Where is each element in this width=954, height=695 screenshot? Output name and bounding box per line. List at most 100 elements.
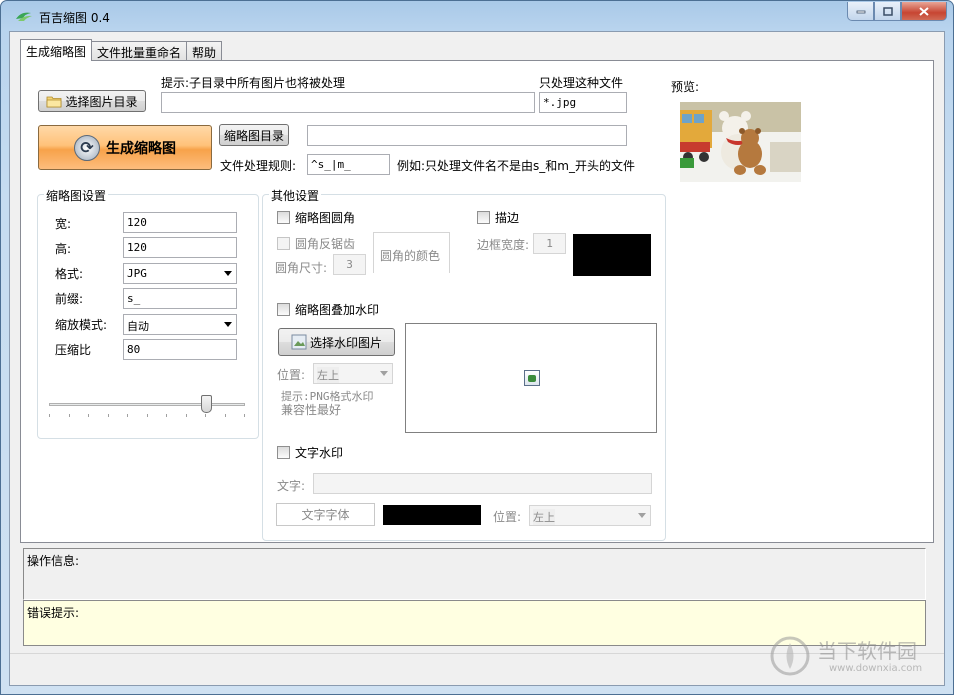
watermark-preview-frame	[405, 323, 657, 433]
tab-strip: 生成缩略图 文件批量重命名 帮助	[20, 39, 223, 61]
site-logo-icon	[770, 636, 810, 676]
thumbnail-settings-title: 缩略图设置	[44, 187, 109, 204]
scale-mode-select[interactable]: 自动	[123, 314, 237, 335]
rule-example: 例如:只处理文件名不是由s_和m_开头的文件	[397, 159, 635, 173]
quality-slider-ticks	[49, 414, 245, 417]
border-label: 描边	[495, 211, 520, 225]
select-image-dir-label: 选择图片目录	[65, 94, 138, 109]
select-watermark-label: 选择水印图片	[309, 335, 382, 350]
site-name: 当下软件园	[817, 639, 917, 663]
watermark-checkbox[interactable]: 缩略图叠加水印	[277, 301, 379, 318]
folder-icon	[47, 96, 62, 107]
round-corner-checkbox[interactable]: 缩略图圆角	[277, 209, 355, 226]
image-icon	[291, 334, 307, 350]
image-placeholder-icon	[524, 370, 540, 386]
maximize-button[interactable]	[874, 2, 901, 21]
border-width-label: 边框宽度:	[477, 238, 530, 252]
quality-slider-thumb[interactable]	[200, 395, 212, 413]
watermark-position-label: 位置:	[277, 368, 306, 382]
select-image-dir-button[interactable]: 选择图片目录	[38, 90, 146, 112]
thumbnail-dir-input[interactable]	[307, 125, 627, 146]
watermark-label: 缩略图叠加水印	[295, 303, 380, 317]
height-input[interactable]: 120	[123, 237, 237, 258]
title-bar: 百吉缩图 0.4	[1, 1, 953, 31]
thumbnail-settings-group: 缩略图设置 宽: 120 高: 120 格式: JPG 前缀: s_ 缩放模式:…	[37, 187, 259, 439]
corner-color-label: 圆角的颜色	[380, 249, 441, 263]
preview-label: 预览:	[671, 80, 700, 94]
filter-input[interactable]: *.jpg	[539, 92, 627, 113]
window-title: 百吉缩图 0.4	[39, 11, 110, 25]
text-position-value: 左上	[533, 509, 555, 525]
font-button[interactable]: 文字字体	[276, 503, 375, 526]
operation-info-label: 操作信息:	[27, 554, 80, 568]
app-window: 百吉缩图 0.4 生成缩略图 文件批量重命名 帮助 提示:子目录中所有图片也将被…	[0, 0, 954, 695]
text-watermark-checkbox[interactable]: 文字水印	[277, 444, 343, 461]
round-corner-label: 缩略图圆角	[295, 211, 356, 225]
maximize-icon	[882, 6, 893, 16]
scale-mode-label: 缩放模式:	[55, 318, 108, 332]
watermark-hint-line2: 兼容性最好	[281, 403, 342, 417]
generate-thumbnails-label: 生成缩略图	[106, 140, 176, 157]
chevron-down-icon	[380, 371, 388, 376]
format-value: JPG	[127, 267, 147, 280]
width-input[interactable]: 120	[123, 212, 237, 233]
tab-page-generate: 提示:子目录中所有图片也将被处理 选择图片目录 只处理这种文件 *.jpg 预览…	[20, 60, 934, 543]
filter-label: 只处理这种文件	[539, 76, 624, 90]
antialias-label: 圆角反锯齿	[295, 237, 356, 251]
text-label: 文字:	[277, 479, 306, 493]
minimize-button[interactable]	[847, 2, 874, 21]
operation-info-panel: 操作信息:	[23, 548, 926, 600]
chevron-down-icon	[638, 513, 646, 518]
checkbox-box	[477, 211, 490, 224]
generate-thumbnails-button[interactable]: ⟳ 生成缩略图	[38, 125, 212, 170]
other-settings-title: 其他设置	[269, 187, 322, 204]
antialias-checkbox[interactable]: 圆角反锯齿	[277, 235, 355, 252]
rule-input[interactable]: ^s_|m_	[307, 154, 390, 175]
tab-batch-rename[interactable]: 文件批量重命名	[91, 41, 188, 61]
text-position-select[interactable]: 左上	[529, 505, 651, 526]
watermark-position-value: 左上	[317, 367, 339, 383]
source-dir-input[interactable]	[161, 92, 535, 113]
format-label: 格式:	[55, 267, 84, 281]
border-color-swatch[interactable]	[573, 234, 651, 276]
preview-image	[680, 102, 801, 182]
close-icon	[919, 6, 929, 16]
chevron-down-icon	[224, 271, 232, 276]
prefix-input[interactable]: s_	[123, 288, 237, 309]
width-label: 宽:	[55, 217, 72, 231]
text-input[interactable]	[313, 473, 652, 494]
other-settings-group: 其他设置 缩略图圆角 圆角反锯齿 圆角尺寸: 3 圆角的颜色 描边 边框宽度: …	[262, 187, 666, 541]
checkbox-box	[277, 237, 290, 250]
text-watermark-label: 文字水印	[295, 446, 344, 460]
hint-label: 提示:子目录中所有图片也将被处理	[161, 76, 346, 90]
refresh-icon: ⟳	[74, 134, 100, 161]
tab-help[interactable]: 帮助	[186, 41, 223, 61]
corner-color-box[interactable]: 圆角的颜色	[373, 232, 450, 273]
quality-label: 压缩比	[55, 343, 92, 357]
text-position-label: 位置:	[493, 510, 522, 524]
site-watermark: 当下软件园 www.downxia.com	[769, 633, 937, 679]
prefix-label: 前缀:	[55, 292, 84, 306]
error-label: 错误提示:	[27, 606, 80, 620]
tab-generate-thumbnails[interactable]: 生成缩略图	[20, 39, 93, 61]
close-button[interactable]	[901, 2, 947, 21]
thumbnail-dir-button[interactable]: 缩略图目录	[219, 124, 289, 146]
checkbox-box	[277, 446, 290, 459]
rule-label: 文件处理规则:	[220, 159, 297, 173]
scale-mode-value: 自动	[127, 320, 149, 333]
format-select[interactable]: JPG	[123, 263, 237, 284]
site-url: www.downxia.com	[829, 663, 923, 674]
corner-size-label: 圆角尺寸:	[275, 261, 328, 275]
minimize-icon	[856, 10, 865, 14]
watermark-position-select[interactable]: 左上	[313, 363, 393, 384]
select-watermark-button[interactable]: 选择水印图片	[278, 328, 395, 356]
corner-size-input[interactable]: 3	[333, 254, 366, 275]
checkbox-box	[277, 303, 290, 316]
app-logo-icon	[16, 12, 32, 21]
border-checkbox[interactable]: 描边	[477, 209, 519, 226]
font-color-swatch[interactable]	[383, 505, 481, 525]
quality-slider[interactable]	[49, 403, 245, 406]
quality-input[interactable]: 80	[123, 339, 237, 360]
height-label: 高:	[55, 242, 72, 256]
border-width-input[interactable]: 1	[533, 233, 566, 254]
